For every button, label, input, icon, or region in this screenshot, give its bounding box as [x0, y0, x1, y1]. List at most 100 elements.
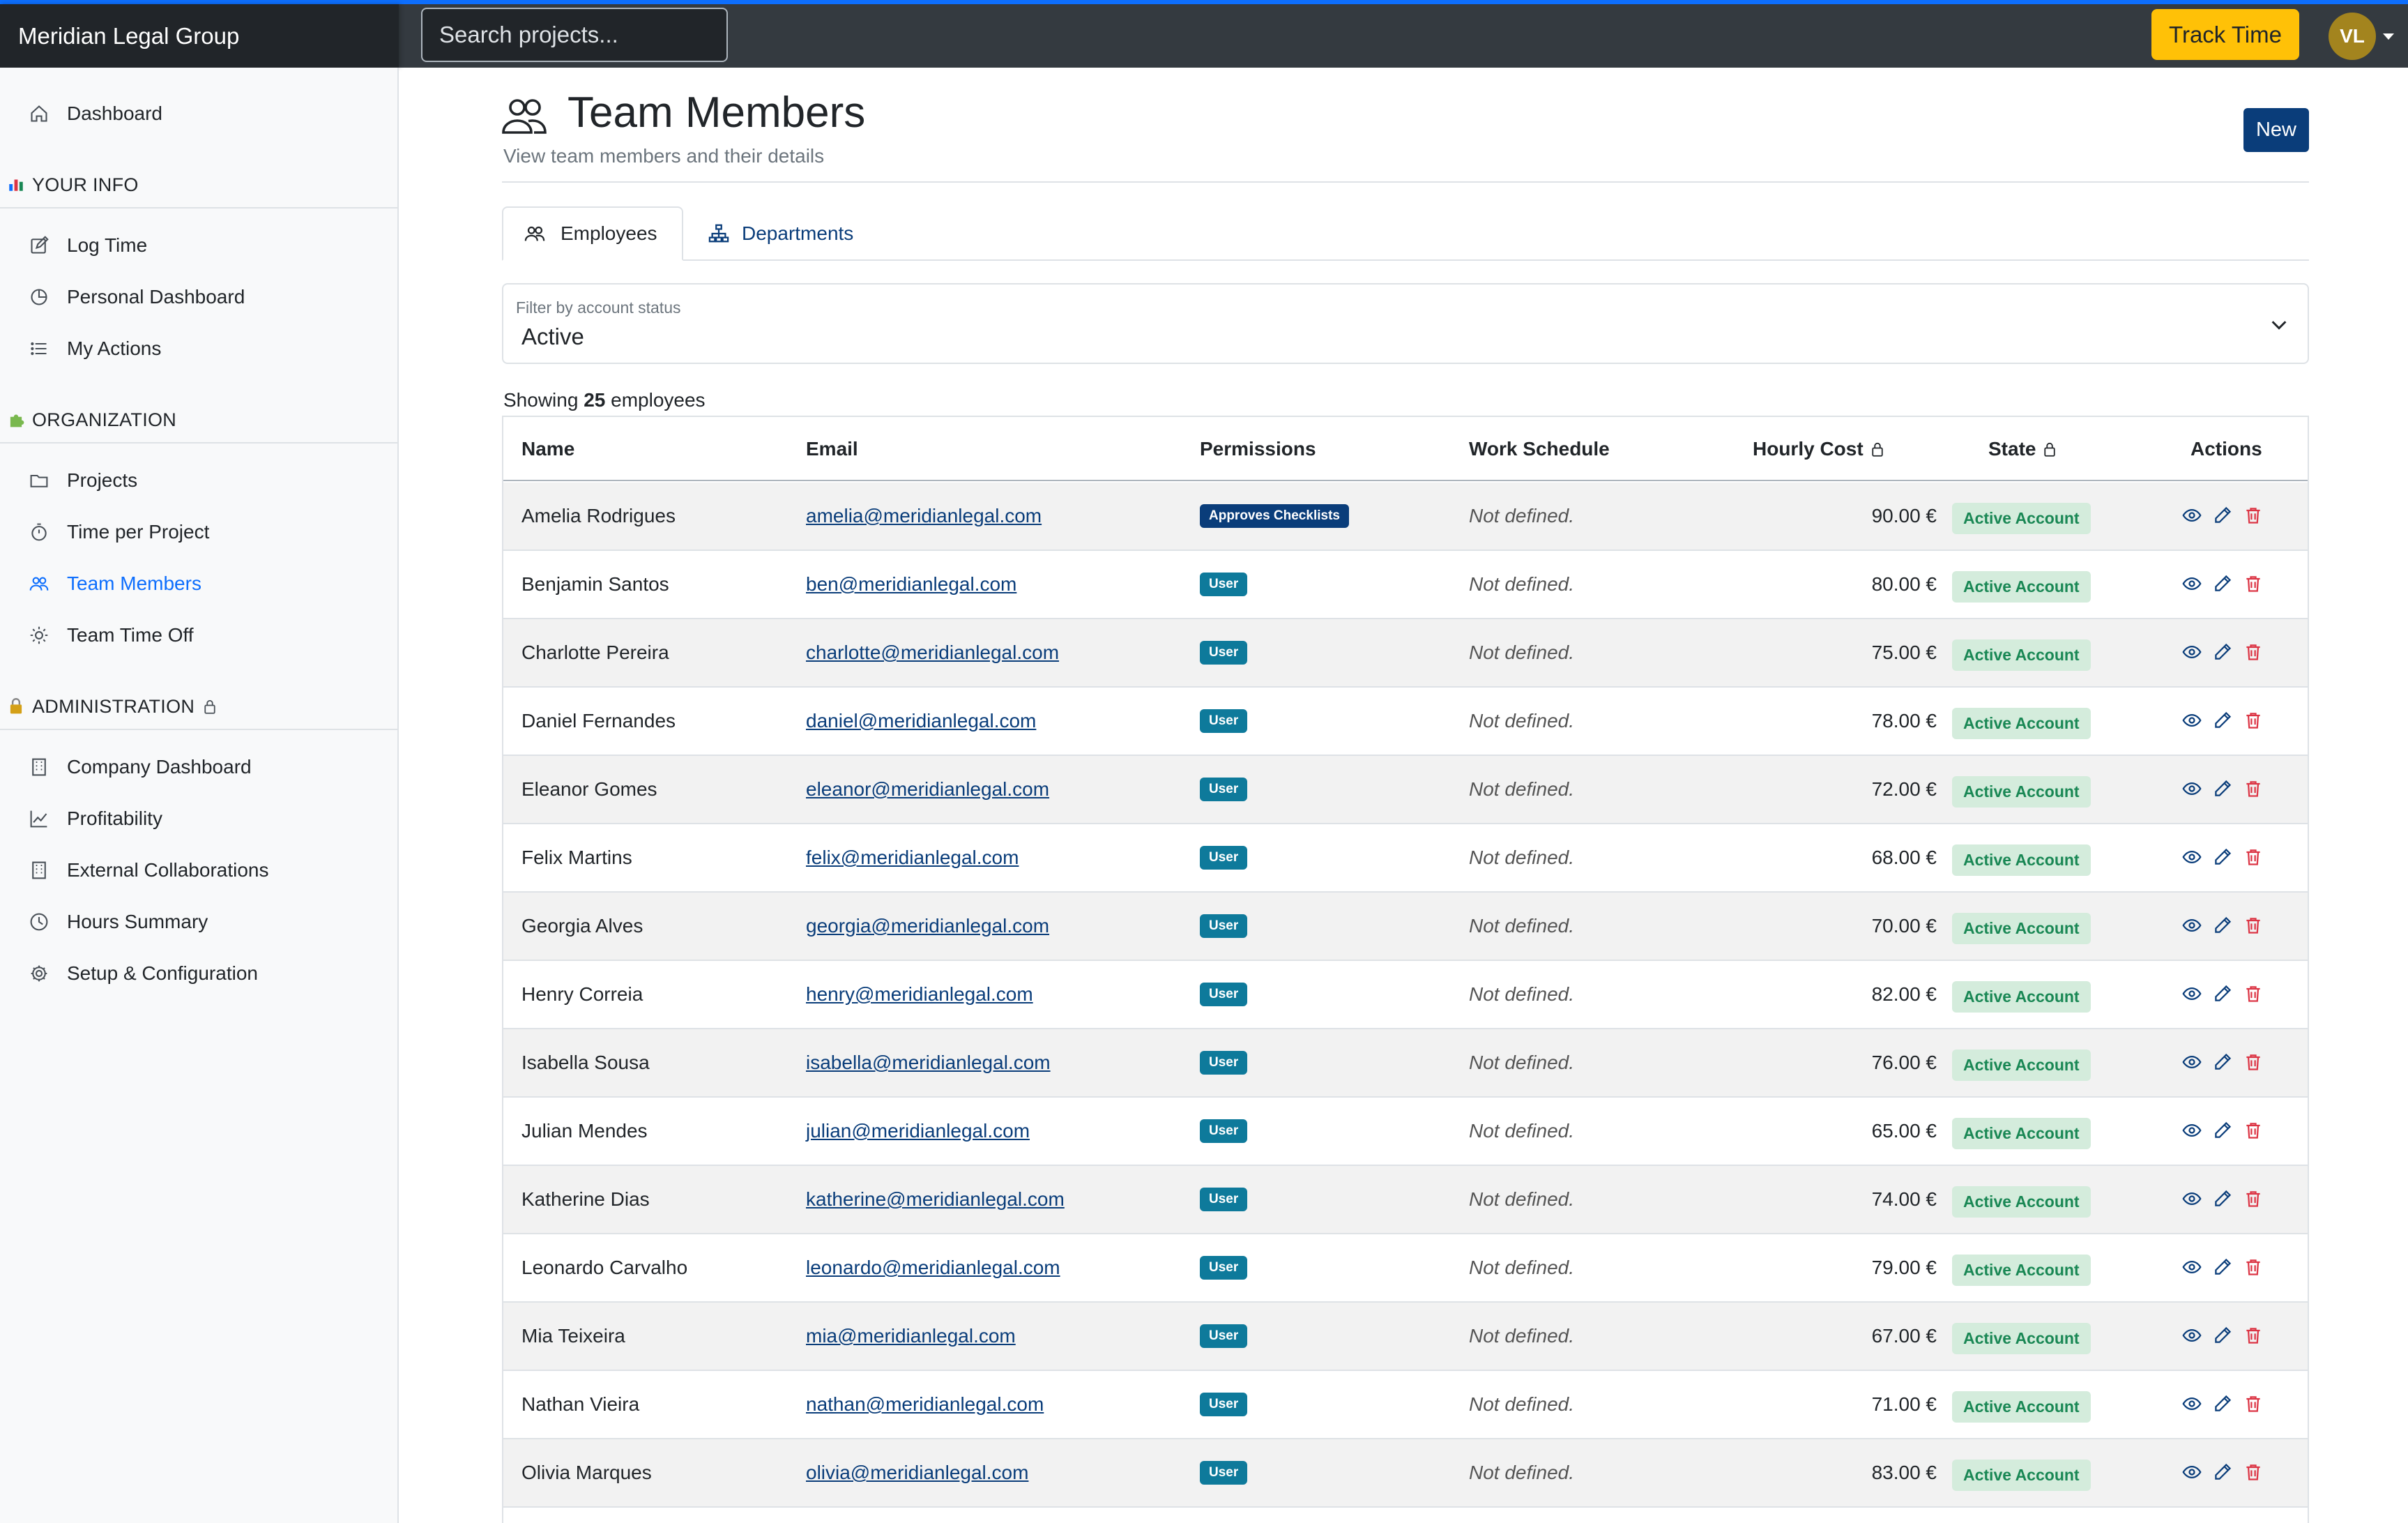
sidebar-item-my-actions[interactable]: My Actions: [0, 324, 397, 373]
trash-icon[interactable]: [2243, 574, 2264, 595]
sidebar-item-company-dashboard[interactable]: Company Dashboard: [0, 743, 397, 791]
sidebar-item-external-collaborations[interactable]: External Collaborations: [0, 846, 397, 895]
eye-icon[interactable]: [2182, 506, 2203, 526]
employee-email-link[interactable]: katherine@meridianlegal.com: [806, 1188, 1065, 1211]
eye-icon[interactable]: [2182, 916, 2203, 937]
tab-employees[interactable]: Employees: [502, 206, 683, 261]
trash-icon[interactable]: [2243, 847, 2264, 868]
trash-icon[interactable]: [2243, 642, 2264, 663]
pencil-icon[interactable]: [2213, 574, 2234, 595]
eye-icon[interactable]: [2182, 1121, 2203, 1142]
showing-prefix: Showing: [503, 389, 579, 411]
sidebar-item-team-time-off[interactable]: Team Time Off: [0, 611, 397, 660]
trash-icon[interactable]: [2243, 779, 2264, 800]
sidebar-item-setup-configuration[interactable]: Setup & Configuration: [0, 949, 397, 998]
employee-email-link[interactable]: leonardo@meridianlegal.com: [806, 1257, 1060, 1279]
pencil-icon[interactable]: [2213, 1052, 2234, 1073]
employee-email-link[interactable]: mia@meridianlegal.com: [806, 1325, 1016, 1347]
hourly-cost: 82.00 €: [1871, 983, 1937, 1005]
pencil-icon[interactable]: [2213, 642, 2234, 663]
people-icon: [28, 573, 50, 595]
trash-icon[interactable]: [2243, 1052, 2264, 1073]
pencil-icon[interactable]: [2213, 779, 2234, 800]
eye-icon[interactable]: [2182, 1394, 2203, 1415]
pencil-icon[interactable]: [2213, 1394, 2234, 1415]
eye-icon[interactable]: [2182, 1052, 2203, 1073]
column-header-permissions[interactable]: Permissions: [1200, 417, 1316, 481]
eye-icon[interactable]: [2182, 574, 2203, 595]
employee-email-link[interactable]: ben@meridianlegal.com: [806, 573, 1016, 596]
employee-email-link[interactable]: felix@meridianlegal.com: [806, 847, 1019, 869]
new-button[interactable]: New: [2243, 108, 2309, 152]
employee-email-link[interactable]: isabella@meridianlegal.com: [806, 1052, 1051, 1074]
employee-email-link[interactable]: amelia@meridianlegal.com: [806, 505, 1042, 527]
sidebar-item-log-time[interactable]: Log Time: [0, 221, 397, 270]
trash-icon[interactable]: [2243, 916, 2264, 937]
trash-icon[interactable]: [2243, 1326, 2264, 1347]
sidebar-item-personal-dashboard[interactable]: Personal Dashboard: [0, 273, 397, 321]
account-status-select[interactable]: Filter by account status Active: [502, 283, 2309, 364]
eye-icon[interactable]: [2182, 779, 2203, 800]
sidebar-item-label: Projects: [67, 469, 138, 491]
eye-icon[interactable]: [2182, 847, 2203, 868]
trash-icon[interactable]: [2243, 1189, 2264, 1210]
actions-cell: [2182, 961, 2274, 1028]
caret-down-icon[interactable]: [2383, 33, 2394, 40]
eye-icon[interactable]: [2182, 1326, 2203, 1347]
trash-icon[interactable]: [2243, 1257, 2264, 1278]
pencil-icon[interactable]: [2213, 1257, 2234, 1278]
tab-departments[interactable]: Departments: [687, 206, 869, 261]
sidebar-item-projects[interactable]: Projects: [0, 456, 397, 505]
trash-icon[interactable]: [2243, 1462, 2264, 1483]
eye-icon[interactable]: [2182, 1189, 2203, 1210]
column-header-hourly-cost[interactable]: Hourly Cost: [1753, 417, 1886, 481]
pencil-icon[interactable]: [2213, 1462, 2234, 1483]
eye-icon[interactable]: [2182, 1257, 2203, 1278]
pencil-icon[interactable]: [2213, 1326, 2234, 1347]
table-row: Amelia Rodrigues amelia@meridianlegal.com…: [503, 483, 2308, 551]
employee-email-link[interactable]: olivia@meridianlegal.com: [806, 1462, 1028, 1484]
column-header-state[interactable]: State: [1988, 417, 2058, 481]
status-badge: Active Account: [1952, 775, 2091, 808]
section-administration: ADMINISTRATION: [0, 685, 397, 727]
column-header-work-schedule[interactable]: Work Schedule: [1469, 417, 1610, 481]
trash-icon[interactable]: [2243, 506, 2264, 526]
trash-icon[interactable]: [2243, 711, 2264, 732]
sidebar-item-dashboard[interactable]: Dashboard: [0, 89, 397, 138]
column-header-name[interactable]: Name: [521, 417, 574, 481]
employee-email-link[interactable]: daniel@meridianlegal.com: [806, 710, 1036, 732]
employee-email-link[interactable]: henry@meridianlegal.com: [806, 983, 1033, 1006]
trash-icon[interactable]: [2243, 1121, 2264, 1142]
column-header-email[interactable]: Email: [806, 417, 858, 481]
sidebar-item-profitability[interactable]: Profitability: [0, 794, 397, 843]
employee-email-link[interactable]: charlotte@meridianlegal.com: [806, 642, 1059, 664]
avatar[interactable]: VL: [2329, 13, 2376, 60]
pencil-icon[interactable]: [2213, 506, 2234, 526]
eye-icon[interactable]: [2182, 642, 2203, 663]
pencil-icon[interactable]: [2213, 916, 2234, 937]
pencil-icon[interactable]: [2213, 711, 2234, 732]
employee-email-link[interactable]: georgia@meridianlegal.com: [806, 915, 1049, 937]
pencil-icon[interactable]: [2213, 1121, 2234, 1142]
pencil-icon[interactable]: [2213, 1189, 2234, 1210]
sidebar-item-time-per-project[interactable]: Time per Project: [0, 508, 397, 556]
employee-email-cell: leonardo@meridianlegal.com: [806, 1234, 1060, 1301]
pencil-icon[interactable]: [2213, 984, 2234, 1005]
employee-name: Felix Martins: [521, 847, 632, 868]
work-schedule: Not defined.: [1469, 505, 1574, 526]
employee-email-link[interactable]: julian@meridianlegal.com: [806, 1120, 1030, 1142]
eye-icon[interactable]: [2182, 711, 2203, 732]
employee-email-link[interactable]: nathan@meridianlegal.com: [806, 1393, 1044, 1416]
trash-icon[interactable]: [2243, 984, 2264, 1005]
sidebar-item-hours-summary[interactable]: Hours Summary: [0, 897, 397, 946]
search-input[interactable]: Search projects...: [421, 8, 728, 62]
brand-name[interactable]: Meridian Legal Group: [0, 4, 399, 68]
sidebar-item-team-members[interactable]: Team Members: [0, 559, 397, 608]
employee-email-link[interactable]: eleanor@meridianlegal.com: [806, 778, 1049, 801]
eye-icon[interactable]: [2182, 984, 2203, 1005]
table-row: Eleanor Gomes eleanor@meridianlegal.com Us…: [503, 756, 2308, 824]
eye-icon[interactable]: [2182, 1462, 2203, 1483]
track-time-button[interactable]: Track Time: [2151, 9, 2299, 60]
pencil-icon[interactable]: [2213, 847, 2234, 868]
trash-icon[interactable]: [2243, 1394, 2264, 1415]
